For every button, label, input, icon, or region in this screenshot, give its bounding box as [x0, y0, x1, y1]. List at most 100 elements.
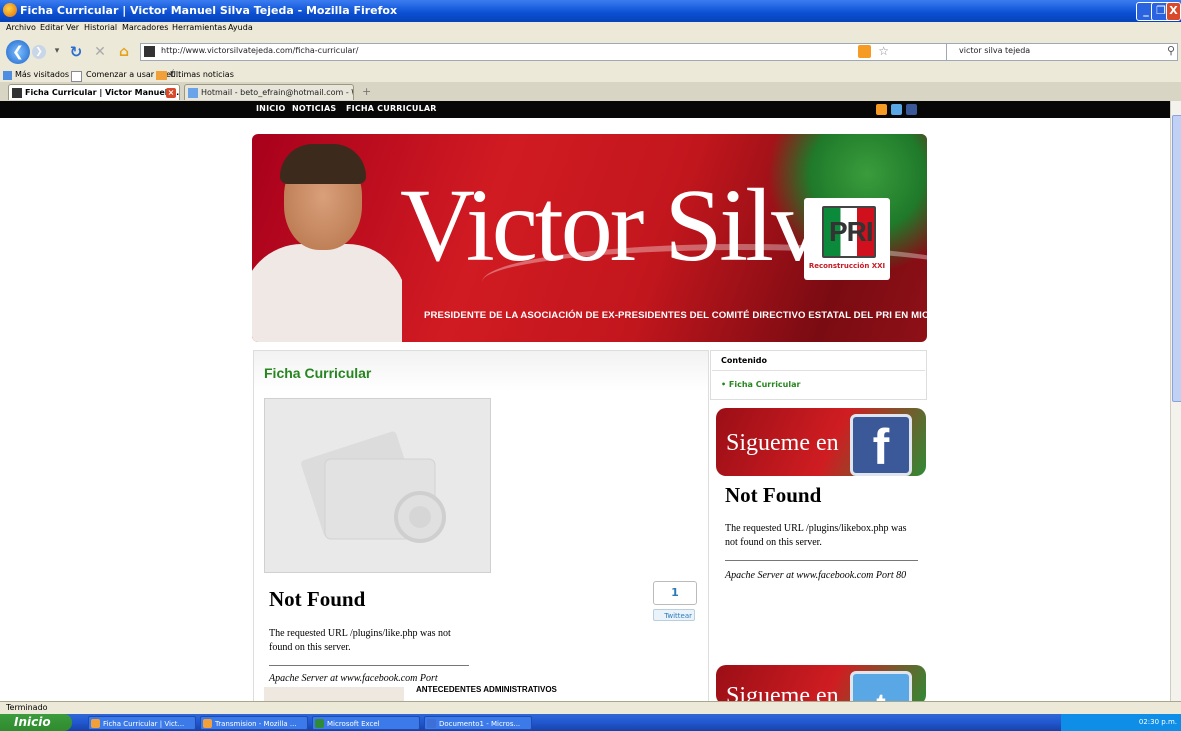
- status-bar: Terminado: [0, 701, 1181, 715]
- clock: 02:30 p.m.: [1138, 718, 1177, 726]
- bookmark-latest-news[interactable]: Últimas noticias: [170, 70, 234, 79]
- facebook-follow-text: Sigueme en: [726, 430, 839, 456]
- taskbar-item-label: Transmision - Mozilla ...: [215, 720, 297, 728]
- header-banner: Victor Silva PRI Reconstrucción XXI PRES…: [252, 134, 927, 342]
- tab-hotmail[interactable]: Hotmail - beto_efrain@hotmail.com - W...: [184, 84, 354, 100]
- pri-logo: PRI Reconstrucción XXI: [804, 198, 890, 280]
- history-dropdown-icon[interactable]: ▾: [52, 46, 62, 58]
- section-heading: ANTECEDENTES ADMINISTRATIVOS: [416, 685, 557, 694]
- tab-ficha-curricular[interactable]: Ficha Curricular | Victor Manuel S... ×: [8, 84, 180, 100]
- facebook-icon: f: [850, 414, 912, 476]
- taskbar-item-transmision[interactable]: Transmision - Mozilla ...: [200, 716, 308, 730]
- divider: [269, 665, 469, 666]
- taskbar-item-label: Documento1 - Micros...: [439, 720, 521, 728]
- sidebar: Contenido • Ficha Curricular Sigueme en …: [710, 350, 927, 705]
- reload-button[interactable]: ↻: [68, 44, 84, 60]
- camera-placeholder-image: [264, 398, 491, 573]
- new-tab-button[interactable]: +: [362, 85, 371, 98]
- candidate-photo: [252, 134, 402, 342]
- bookmark-star-icon[interactable]: ☆: [878, 44, 889, 58]
- stop-button[interactable]: ✕: [92, 44, 108, 60]
- tab-favicon: [12, 88, 22, 98]
- menu-bar: Archivo Editar Ver Historial Marcadores …: [0, 22, 1181, 36]
- nav-ficha-curricular[interactable]: FICHA CURRICULAR: [346, 104, 437, 113]
- tweet-button[interactable]: Twittear: [653, 609, 695, 621]
- likebox-error-heading: Not Found: [725, 483, 822, 507]
- twitter-follow-badge[interactable]: Sigueme en t: [716, 665, 926, 705]
- nav-inicio[interactable]: INICIO: [256, 104, 286, 113]
- site-navigation: INICIO NOTICIAS FICHA CURRICULAR: [0, 101, 1170, 118]
- content-image-partial: [264, 687, 404, 702]
- menu-marcadores[interactable]: Marcadores: [122, 23, 168, 32]
- scrollbar-thumb[interactable]: [1172, 115, 1181, 402]
- contents-item-ficha[interactable]: • Ficha Curricular: [721, 380, 800, 389]
- bookmark-most-visited[interactable]: Más visitados: [15, 70, 69, 79]
- taskbar-item-word[interactable]: Documento1 - Micros...: [424, 716, 532, 730]
- taskbar-item-firefox[interactable]: Ficha Curricular | Vict...: [88, 716, 196, 730]
- nav-noticias[interactable]: NOTICIAS: [292, 104, 336, 113]
- windows-taskbar: Inicio Ficha Curricular | Vict... Transm…: [0, 714, 1181, 731]
- forward-button[interactable]: ❯: [32, 45, 46, 59]
- rss-icon[interactable]: [858, 45, 871, 58]
- facebook-follow-badge[interactable]: Sigueme en f: [716, 408, 926, 476]
- bookmarks-toolbar: Más visitados Comenzar a usar Firef... Ú…: [0, 68, 1181, 82]
- main-content: Ficha Curricular Not Found The requested…: [253, 350, 709, 703]
- rss-icon[interactable]: [876, 104, 887, 115]
- excel-icon: [315, 719, 324, 728]
- divider: [725, 560, 918, 561]
- like-error-text: The requested URL /plugins/like.php was …: [269, 628, 451, 653]
- contents-item-label: Ficha Curricular: [728, 380, 801, 389]
- back-button[interactable]: ❮: [6, 40, 30, 64]
- menu-archivo[interactable]: Archivo: [6, 23, 36, 32]
- tab-label: Hotmail - beto_efrain@hotmail.com - W...: [201, 88, 354, 97]
- search-icon[interactable]: ⚲: [1167, 44, 1175, 57]
- tweet-widget: 1 Twittear: [653, 581, 697, 625]
- hotmail-icon: [188, 88, 198, 98]
- banner-subtitle: PRESIDENTE DE LA ASOCIACIÓN DE EX-PRESID…: [424, 310, 927, 321]
- firefox-icon: [203, 719, 212, 728]
- address-value: http://www.victorsilvatejeda.com/ficha-c…: [161, 46, 359, 55]
- menu-editar[interactable]: Editar: [40, 23, 64, 32]
- twitter-icon: t: [850, 671, 912, 705]
- menu-ver[interactable]: Ver: [66, 23, 79, 32]
- tab-strip: Ficha Curricular | Victor Manuel S... × …: [0, 82, 1181, 102]
- contents-box: Contenido • Ficha Curricular: [710, 350, 927, 400]
- taskbar-item-excel[interactable]: Microsoft Excel: [312, 716, 420, 730]
- facebook-icon[interactable]: [906, 104, 917, 115]
- start-label: Inicio: [14, 715, 51, 729]
- rss-feed-icon: [156, 71, 167, 80]
- banner-name: Victor Silva: [400, 168, 866, 283]
- like-error-heading: Not Found: [269, 587, 366, 611]
- window-titlebar: Ficha Curricular | Victor Manuel Silva T…: [0, 0, 1181, 22]
- likebox-error-server: Apache Server at www.facebook.com Port 8…: [725, 570, 907, 581]
- tab-label: Ficha Curricular | Victor Manuel S...: [25, 88, 180, 97]
- twitter-icon[interactable]: [891, 104, 902, 115]
- home-button[interactable]: ⌂: [116, 44, 132, 60]
- vertical-scrollbar[interactable]: [1170, 101, 1181, 701]
- menu-ayuda[interactable]: Ayuda: [228, 23, 253, 32]
- system-tray: 02:30 p.m.: [1061, 714, 1181, 731]
- close-button[interactable]: X: [1166, 2, 1181, 21]
- pri-logo-text: PRI: [829, 216, 874, 247]
- likebox-error-text: The requested URL /plugins/likebox.php w…: [725, 523, 907, 548]
- menu-historial[interactable]: Historial: [84, 23, 117, 32]
- search-value: victor silva tejeda: [959, 46, 1031, 55]
- page-icon: [71, 71, 82, 82]
- most-visited-icon: [3, 71, 12, 80]
- word-icon: [427, 719, 436, 728]
- like-error-server: Apache Server at www.facebook.com Port: [269, 673, 438, 684]
- start-button[interactable]: Inicio: [0, 714, 72, 731]
- tweet-count: 1: [653, 581, 697, 605]
- contents-title: Contenido: [721, 356, 767, 365]
- taskbar-item-label: Microsoft Excel: [327, 720, 380, 728]
- taskbar-item-label: Ficha Curricular | Vict...: [103, 720, 185, 728]
- search-input[interactable]: victor silva tejeda ⚲: [946, 43, 1178, 61]
- close-tab-icon[interactable]: ×: [166, 88, 176, 98]
- status-text: Terminado: [6, 703, 48, 712]
- firefox-icon: [3, 3, 17, 17]
- address-bar[interactable]: http://www.victorsilvatejeda.com/ficha-c…: [140, 43, 1022, 61]
- page-title: Ficha Curricular: [264, 365, 372, 381]
- site-favicon: [144, 46, 155, 57]
- menu-herramientas[interactable]: Herramientas: [172, 23, 227, 32]
- firefox-icon: [91, 719, 100, 728]
